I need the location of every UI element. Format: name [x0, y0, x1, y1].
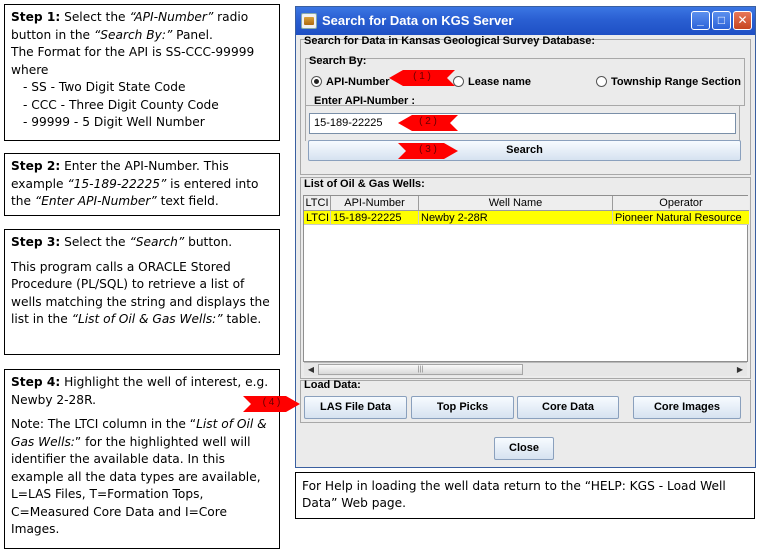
enter-api-label: Enter API-Number :: [314, 95, 416, 107]
step1-text: Select the: [60, 10, 130, 24]
marker-3-label: ( 3 ): [419, 144, 437, 155]
marker-4-arrow: ( 4 ): [243, 396, 300, 412]
close-button[interactable]: Close: [494, 437, 554, 460]
table-header: LTCI API-Number Well Name Operator: [304, 196, 749, 211]
api-format-list: - SS - Two Digit State Code - CCC - Thre…: [11, 79, 273, 132]
step4-paragraph: Step 4: Highlight the well of interest, …: [11, 374, 273, 409]
radio-unselected-icon: [596, 76, 607, 87]
column-header-api-number[interactable]: API-Number: [331, 196, 419, 211]
column-header-operator[interactable]: Operator: [613, 196, 749, 211]
horizontal-scrollbar[interactable]: ◀ ||| ▶: [304, 362, 747, 376]
radio-label: API-Number: [326, 76, 390, 88]
search-by-label: Search By:: [309, 55, 367, 67]
marker-3-arrow: ( 3 ): [398, 143, 458, 159]
step1-format-line: The Format for the API is SS-CCC-99999 w…: [11, 45, 255, 77]
step2-label: Step 2:: [11, 159, 61, 173]
column-header-ltci[interactable]: LTCI: [304, 196, 331, 211]
step3-paragraph: Step 3: Select the “Search” button.: [11, 234, 273, 252]
top-picks-button[interactable]: Top Picks: [411, 396, 514, 419]
radio-label: Township Range Section: [611, 76, 741, 88]
scrollbar-thumb[interactable]: |||: [318, 364, 523, 375]
step4-label: Step 4:: [11, 375, 61, 389]
step4-text: ” for the highlighted well will identifi…: [11, 434, 261, 537]
scroll-right-icon[interactable]: ▶: [733, 363, 747, 376]
step2-em-field: “Enter API-Number”: [34, 194, 157, 208]
core-images-button[interactable]: Core Images: [633, 396, 741, 419]
step3-text: Select the: [60, 235, 130, 249]
radio-township-range-section[interactable]: Township Range Section: [596, 76, 741, 88]
cell-ltci: LTCI: [306, 211, 331, 225]
api-format-item: - SS - Two Digit State Code: [23, 80, 186, 94]
cell-well-name: Newby 2-28R: [419, 211, 613, 225]
step1-text: Panel.: [172, 27, 213, 42]
help-text: For Help in loading the well data return…: [302, 479, 726, 510]
step2-text: text field.: [156, 194, 219, 208]
marker-2-arrow: ( 2 ): [398, 115, 458, 131]
marker-1-label: ( 1 ): [413, 71, 431, 82]
step3-instructions: Step 3: Select the “Search” button. This…: [4, 229, 280, 355]
search-panel-label: Search for Data in Kansas Geological Sur…: [304, 35, 596, 47]
las-file-data-button[interactable]: LAS File Data: [304, 396, 407, 419]
radio-label: Lease name: [468, 76, 531, 88]
step3-paragraph-2: This program calls a ORACLE Stored Proce…: [11, 259, 273, 329]
help-note: For Help in loading the well data return…: [295, 472, 755, 519]
step3-text: button.: [184, 235, 233, 249]
step3-em-list: “List of Oil & Gas Wells:”: [71, 312, 223, 326]
radio-selected-icon: [311, 76, 322, 87]
step1-label: Step 1:: [11, 10, 61, 24]
column-header-well-name[interactable]: Well Name: [419, 196, 613, 211]
marker-2-label: ( 2 ): [419, 116, 437, 127]
radio-lease-name[interactable]: Lease name: [453, 76, 531, 88]
step2-paragraph: Step 2: Enter the API-Number. This examp…: [11, 158, 273, 211]
cell-api-number: 15-189-22225: [331, 211, 419, 225]
cell-operator: Pioneer Natural Resource: [615, 212, 742, 224]
step3-em-search: “Search”: [129, 235, 185, 249]
marker-4-label: ( 4 ): [262, 397, 281, 408]
step3-text: table.: [222, 312, 262, 326]
wells-table[interactable]: LTCI API-Number Well Name Operator LTCI …: [303, 195, 749, 362]
step1-em-searchby: “Search By:”: [93, 27, 173, 42]
wells-list-label: List of Oil & Gas Wells:: [304, 178, 425, 190]
step1-paragraph: Step 1: Select the “API-Number” radio bu…: [11, 9, 273, 44]
step3-label: Step 3:: [11, 235, 61, 249]
radio-api-number[interactable]: API-Number: [311, 76, 390, 88]
window-content: Search for Data in Kansas Geological Sur…: [295, 6, 756, 468]
api-number-input[interactable]: 15-189-22225: [309, 113, 736, 134]
marker-1-arrow: ( 1 ): [389, 70, 455, 86]
step1-em-api: “API-Number”: [129, 10, 214, 24]
scroll-left-icon[interactable]: ◀: [304, 363, 318, 376]
step1-instructions: Step 1: Select the “API-Number” radio bu…: [4, 4, 280, 141]
step4-paragraph-2: Note: The LTCI column in the “List of Oi…: [11, 416, 273, 539]
search-button[interactable]: Search: [308, 140, 741, 161]
step2-instructions: Step 2: Enter the API-Number. This examp…: [4, 153, 280, 216]
step4-text: Note: The LTCI column in the “: [11, 417, 197, 431]
step2-em-example: “15-189-22225”: [67, 176, 167, 191]
core-data-button[interactable]: Core Data: [517, 396, 619, 419]
api-format-item: - CCC - Three Digit County Code: [23, 97, 219, 112]
load-data-label: Load Data:: [304, 379, 361, 391]
api-format-item: - 99999 - 5 Digit Well Number: [23, 115, 205, 129]
step4-instructions: Step 4: Highlight the well of interest, …: [4, 369, 280, 549]
table-row[interactable]: LTCI 15-189-22225 Newby 2-28R Pioneer Na…: [304, 211, 749, 225]
